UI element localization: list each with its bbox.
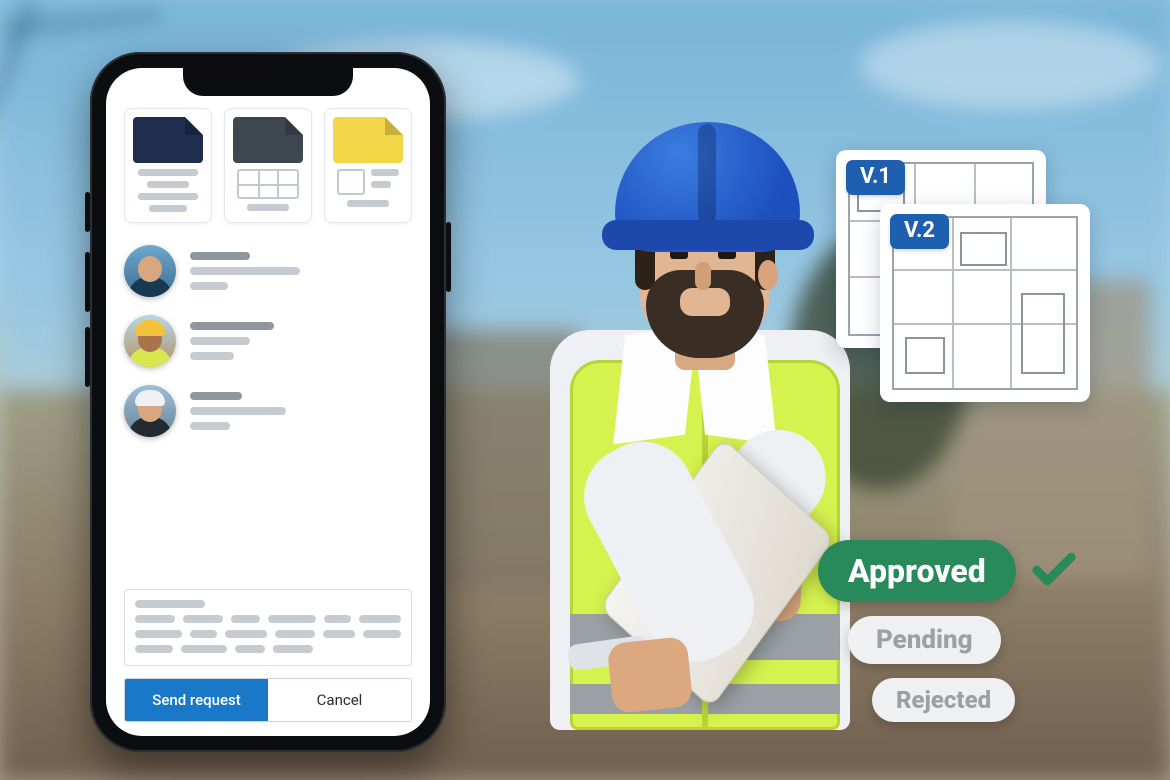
- document-templates-row: [124, 108, 412, 223]
- phone-notch: [183, 68, 353, 96]
- layout-icon: [337, 169, 399, 195]
- floorplan-v2-card[interactable]: V.2: [880, 204, 1090, 402]
- message-input[interactable]: [124, 589, 412, 666]
- phone-mockup: Send request Cancel: [90, 52, 446, 752]
- action-buttons: Send request Cancel: [124, 678, 412, 722]
- status-options: Approved Pending Rejected: [818, 540, 1080, 722]
- hard-hat-icon: [135, 390, 165, 406]
- floorplan-versions: V.1 V.2: [836, 150, 1116, 410]
- checkmark-icon: [1028, 543, 1080, 599]
- version-tag-v1: V.1: [846, 160, 905, 195]
- avatar: [124, 245, 176, 297]
- avatar: [124, 385, 176, 437]
- list-item[interactable]: [124, 315, 412, 367]
- recipients-list: [124, 245, 412, 437]
- doc-template-text[interactable]: [124, 108, 212, 223]
- hard-hat-icon: [135, 320, 165, 336]
- list-item[interactable]: [124, 245, 412, 297]
- list-item[interactable]: [124, 385, 412, 437]
- document-icon: [233, 117, 303, 163]
- document-icon: [333, 117, 403, 163]
- send-request-button[interactable]: Send request: [125, 679, 268, 721]
- status-rejected-pill[interactable]: Rejected: [872, 678, 1015, 722]
- status-approved-pill[interactable]: Approved: [818, 540, 1016, 602]
- doc-template-layout[interactable]: [324, 108, 412, 223]
- version-tag-v2: V.2: [890, 214, 949, 249]
- cancel-button[interactable]: Cancel: [268, 679, 411, 721]
- doc-template-table[interactable]: [224, 108, 312, 223]
- document-icon: [133, 117, 203, 163]
- table-icon: [237, 169, 299, 199]
- status-pending-pill[interactable]: Pending: [848, 616, 1001, 664]
- avatar: [124, 315, 176, 367]
